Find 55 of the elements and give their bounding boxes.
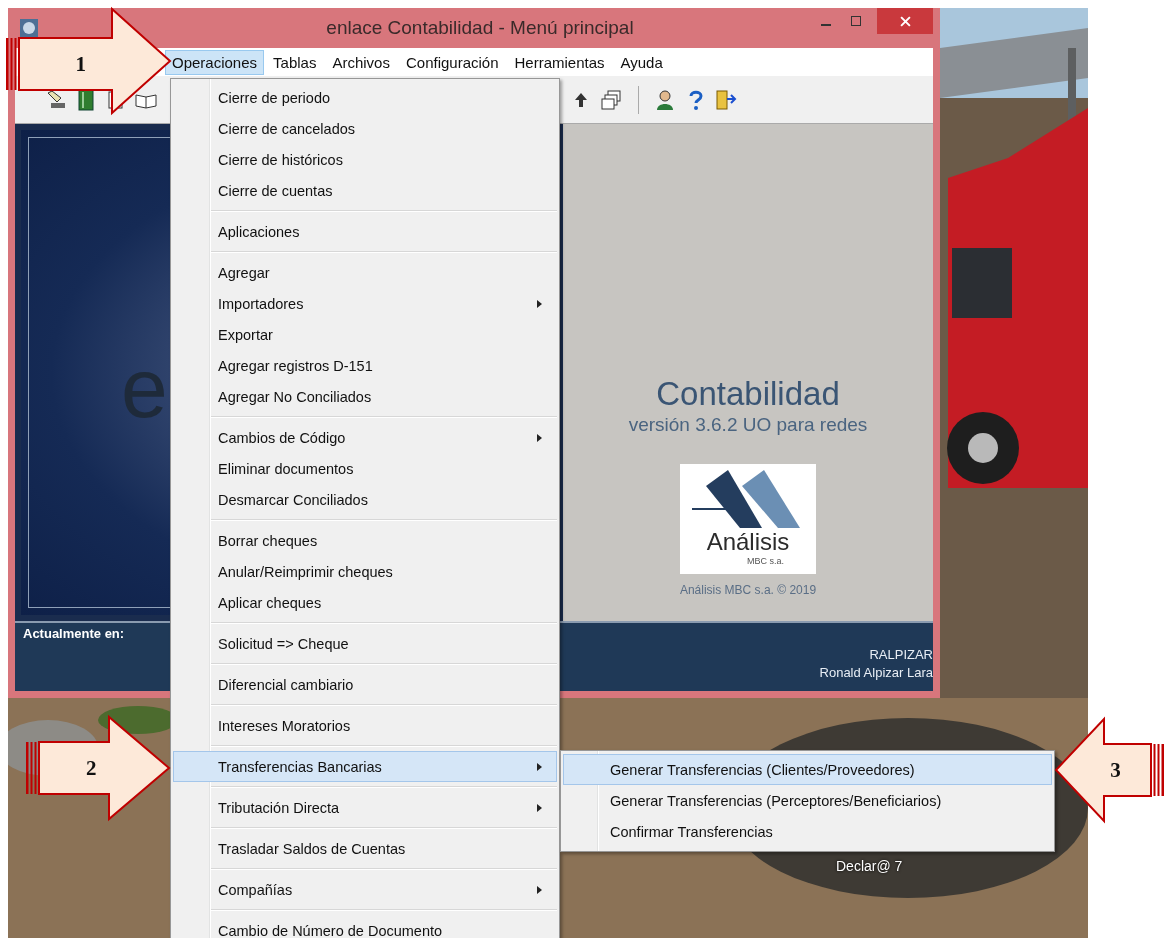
- menu-item[interactable]: Confirmar Transferencias: [563, 816, 1052, 847]
- menu-item[interactable]: Compañías: [173, 874, 557, 905]
- menu-item[interactable]: Cambio de Número de Documento: [173, 915, 557, 938]
- menu-item[interactable]: Diferencial cambiario: [173, 669, 557, 700]
- menu-bar-item[interactable]: Ayuda: [613, 49, 670, 75]
- version-text: versión 3.6.2 UO para redes: [628, 414, 868, 437]
- menu-bar-item[interactable]: Archivos: [325, 49, 397, 75]
- app-icon: [19, 18, 39, 38]
- menu-item[interactable]: Cierre de periodo: [173, 82, 557, 113]
- desktop-icon-label[interactable]: Declar@ 7: [836, 858, 903, 874]
- tools-icon: [45, 88, 67, 111]
- windows-icon: [600, 88, 622, 111]
- menu-item[interactable]: Desmarcar Conciliados: [173, 484, 557, 515]
- menu-item[interactable]: Cierre de históricos: [173, 144, 557, 175]
- menu-bar-item[interactable]: Herramientas: [507, 49, 612, 75]
- menu-item[interactable]: Agregar registros D-151: [173, 350, 557, 381]
- maximize-icon: [851, 16, 861, 26]
- menu-item[interactable]: Cambios de Código: [173, 422, 557, 453]
- callout-number: 3: [1110, 758, 1121, 782]
- menu-item[interactable]: Agregar: [173, 257, 557, 288]
- logo-subtext: MBC s.a.: [747, 556, 784, 567]
- callout-number: 1: [75, 52, 86, 76]
- close-icon: [899, 15, 911, 27]
- callout-number: 2: [86, 756, 97, 780]
- menu-item[interactable]: Importadores: [173, 288, 557, 319]
- menu-item[interactable]: Cierre de cuentas: [173, 175, 557, 206]
- copyright-text: Análisis MBC s.a. © 2019: [679, 583, 817, 598]
- menu-item[interactable]: Eliminar documentos: [173, 453, 557, 484]
- menu-item[interactable]: Generar Transferencias (Clientes/Proveedores): [563, 754, 1052, 785]
- menu-item[interactable]: Anular/Reimprimir cheques: [173, 556, 557, 587]
- book-icon: [75, 88, 97, 111]
- menu-item[interactable]: Exportar: [173, 319, 557, 350]
- logo-text: Análisis: [706, 530, 790, 555]
- menu-bar-item[interactable]: Tablas: [266, 49, 324, 75]
- menu-item[interactable]: Aplicaciones: [173, 216, 557, 247]
- user-id: RALPIZAR: [869, 647, 933, 662]
- menu-item[interactable]: Generar Transferencias (Perceptores/Beneficiarios): [563, 785, 1052, 816]
- window-title: enlace Contabilidad - Menú principal: [325, 17, 635, 39]
- close-button[interactable]: [877, 8, 933, 34]
- minimize-icon: [821, 24, 831, 26]
- menu-item[interactable]: Tributación Directa: [173, 792, 557, 823]
- menu-item[interactable]: Intereses Moratorios: [173, 710, 557, 741]
- menu-bar-item[interactable]: Operaciones: [165, 49, 265, 75]
- exit-door-icon: [715, 88, 737, 111]
- menu-item[interactable]: Solicitud => Cheque: [173, 628, 557, 659]
- menu-item[interactable]: Cierre de cancelados: [173, 113, 557, 144]
- menu-item[interactable]: Aplicar cheques: [173, 587, 557, 618]
- menu-item[interactable]: Transferencias Bancarias: [173, 751, 557, 782]
- product-name: Contabilidad: [656, 376, 840, 413]
- user-name: Ronald Alpizar Lara: [819, 665, 933, 680]
- menu-bar-item[interactable]: Configuración: [398, 49, 506, 75]
- menu-item[interactable]: Trasladar Saldos de Cuentas: [173, 833, 557, 864]
- menu-item[interactable]: Agregar No Conciliados: [173, 381, 557, 412]
- menu-item[interactable]: Borrar cheques: [173, 525, 557, 556]
- status-label: Actualmente en:: [23, 626, 125, 641]
